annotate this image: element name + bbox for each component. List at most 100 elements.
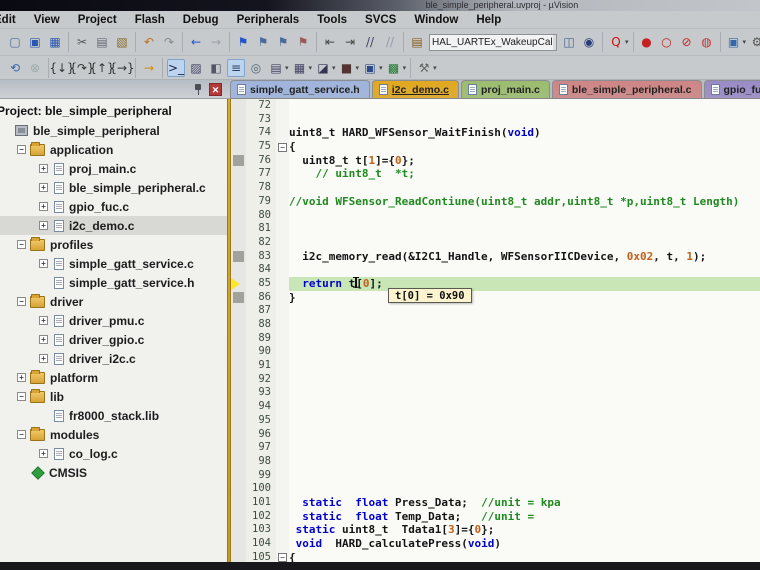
tree-item-driver-i2c-c[interactable]: +driver_i2c.c bbox=[0, 349, 227, 368]
breakpoint-margin[interactable] bbox=[231, 181, 246, 195]
menu-edit[interactable]: Edit bbox=[0, 13, 25, 27]
menu-project[interactable]: Project bbox=[69, 13, 126, 27]
code-line-98[interactable]: 98 bbox=[231, 455, 760, 469]
expander-plus-icon[interactable]: + bbox=[39, 259, 48, 268]
code-line-85[interactable]: 85 return t[0]; bbox=[231, 277, 760, 291]
symbols-window-icon[interactable]: ◧ bbox=[207, 59, 225, 77]
breakpoint-margin[interactable] bbox=[231, 277, 246, 291]
breakpoint-margin[interactable] bbox=[231, 345, 246, 359]
code-line-103[interactable]: 103 static uint8_t Tdata1[3]={0}; bbox=[231, 523, 760, 537]
tree-item-ble-simple-peripheral-c[interactable]: +ble_simple_peripheral.c bbox=[0, 178, 227, 197]
chevron-down-icon[interactable]: ▾ bbox=[379, 64, 383, 72]
expander-plus-icon[interactable]: + bbox=[39, 316, 48, 325]
comment-icon[interactable]: // bbox=[361, 33, 379, 51]
tree-item-driver-pmu-c[interactable]: +driver_pmu.c bbox=[0, 311, 227, 330]
code-line-79[interactable]: 79//void WFSensor_ReadContiune(uint8_t a… bbox=[231, 195, 760, 209]
expander-minus-icon[interactable]: − bbox=[17, 430, 26, 439]
bookmark-icon[interactable]: ⚑ bbox=[234, 33, 252, 51]
pin-icon[interactable] bbox=[193, 83, 203, 95]
code-line-96[interactable]: 96 bbox=[231, 428, 760, 442]
breakpoint-toggle-icon[interactable]: ○ bbox=[658, 33, 676, 51]
code-line-77[interactable]: 77 // uint8_t *t; bbox=[231, 167, 760, 181]
breakpoint-margin[interactable] bbox=[231, 250, 246, 264]
save-icon[interactable]: ▣ bbox=[26, 33, 44, 51]
breakpoint-margin[interactable] bbox=[231, 510, 246, 524]
step-out-icon[interactable]: {↑} bbox=[93, 59, 111, 77]
breakpoint-margin[interactable] bbox=[231, 496, 246, 510]
code-line-100[interactable]: 100 bbox=[231, 482, 760, 496]
close-icon[interactable]: ✕ bbox=[209, 83, 222, 96]
breakpoint-margin[interactable] bbox=[231, 304, 246, 318]
menu-help[interactable]: Help bbox=[467, 13, 510, 27]
menu-flash[interactable]: Flash bbox=[126, 13, 174, 27]
breakpoint-margin[interactable] bbox=[231, 236, 246, 250]
tree-item-proj-main-c[interactable]: +proj_main.c bbox=[0, 159, 227, 178]
tree-item-co-log-c[interactable]: +co_log.c bbox=[0, 444, 227, 463]
code-line-93[interactable]: 93 bbox=[231, 386, 760, 400]
breakpoint-margin[interactable] bbox=[231, 441, 246, 455]
breakpoint-margin[interactable] bbox=[231, 537, 246, 551]
search-files-icon[interactable]: ◫ bbox=[560, 33, 578, 51]
breakpoint-margin[interactable] bbox=[231, 99, 246, 113]
breakpoint-margin[interactable] bbox=[231, 482, 246, 496]
expander-plus-icon[interactable]: + bbox=[39, 183, 48, 192]
tree-item-cmsis[interactable]: CMSIS bbox=[0, 463, 227, 482]
stop-debug-icon[interactable]: ⊗ bbox=[26, 59, 44, 77]
function-list-icon[interactable]: ▤ bbox=[408, 33, 426, 51]
navigate-forward-icon[interactable]: → bbox=[207, 33, 225, 51]
tab-proj_main-c[interactable]: proj_main.c bbox=[461, 80, 550, 98]
unindent-icon[interactable]: ⇤ bbox=[321, 33, 339, 51]
memory-window-icon[interactable]: ▦ bbox=[291, 59, 309, 77]
expander-minus-icon[interactable]: − bbox=[17, 240, 26, 249]
breakpoint-margin[interactable] bbox=[231, 455, 246, 469]
bookmark-prev-icon[interactable]: ⚑ bbox=[254, 33, 272, 51]
code-line-95[interactable]: 95 bbox=[231, 414, 760, 428]
tab-simple_gatt_service-h[interactable]: simple_gatt_service.h bbox=[230, 80, 370, 98]
cut-icon[interactable]: ✂ bbox=[73, 33, 91, 51]
tab-i2c_demo-c[interactable]: i2c_demo.c bbox=[372, 80, 459, 98]
tree-item-driver-gpio-c[interactable]: +driver_gpio.c bbox=[0, 330, 227, 349]
configure-icon[interactable]: ⚙ bbox=[748, 33, 760, 51]
tree-item-application[interactable]: −application bbox=[0, 140, 227, 159]
tree-item-modules[interactable]: −modules bbox=[0, 425, 227, 444]
run-to-cursor-icon[interactable]: {→} bbox=[113, 59, 131, 77]
analysis-window-icon[interactable]: ■ bbox=[338, 59, 356, 77]
tree-item-simple-gatt-service-h[interactable]: simple_gatt_service.h bbox=[0, 273, 227, 292]
copy-icon[interactable]: ▤ bbox=[93, 33, 111, 51]
find-icon[interactable]: Q bbox=[607, 33, 625, 51]
breakpoint-margin[interactable] bbox=[231, 318, 246, 332]
expander-minus-icon[interactable]: − bbox=[17, 145, 26, 154]
code-line-83[interactable]: 83 i2c_memory_read(&I2C1_Handle, WFSenso… bbox=[231, 250, 760, 264]
code-line-78[interactable]: 78 bbox=[231, 181, 760, 195]
indent-icon[interactable]: ⇥ bbox=[341, 33, 359, 51]
breakpoint-margin[interactable] bbox=[231, 263, 246, 277]
project-root-node[interactable]: Project: ble_simple_peripheral bbox=[0, 102, 227, 121]
chevron-down-icon[interactable]: ▾ bbox=[332, 64, 336, 72]
fold-collapse-icon[interactable]: − bbox=[278, 143, 287, 152]
bookmark-clear-icon[interactable]: ⚑ bbox=[294, 33, 312, 51]
undo-icon[interactable]: ↶ bbox=[140, 33, 158, 51]
symbol-combo[interactable]: HAL_UARTEx_WakeupCal▼ bbox=[429, 34, 557, 51]
tree-item-gpio-fuc-c[interactable]: +gpio_fuc.c bbox=[0, 197, 227, 216]
code-line-101[interactable]: 101 static float Press_Data; //unit = kp… bbox=[231, 496, 760, 510]
code-line-91[interactable]: 91 bbox=[231, 359, 760, 373]
breakpoint-margin[interactable] bbox=[231, 332, 246, 346]
breakpoint-margin[interactable] bbox=[231, 113, 246, 127]
tree-item-profiles[interactable]: −profiles bbox=[0, 235, 227, 254]
bookmark-next-icon[interactable]: ⚑ bbox=[274, 33, 292, 51]
code-line-75[interactable]: 75−{ bbox=[231, 140, 760, 154]
code-editor[interactable]: 727374uint8_t HARD_WFSensor_WaitFinish(v… bbox=[231, 99, 760, 562]
code-line-99[interactable]: 99 bbox=[231, 469, 760, 483]
tree-item-platform[interactable]: +platform bbox=[0, 368, 227, 387]
redo-icon[interactable]: ↷ bbox=[160, 33, 178, 51]
menu-window[interactable]: Window bbox=[405, 13, 467, 27]
breakpoint-margin[interactable] bbox=[231, 291, 246, 305]
breakpoint-margin[interactable] bbox=[231, 386, 246, 400]
breakpoint-margin[interactable] bbox=[231, 209, 246, 223]
chevron-down-icon[interactable]: ▾ bbox=[625, 38, 629, 46]
tree-item-lib[interactable]: −lib bbox=[0, 387, 227, 406]
tree-item-ble-simple-peripheral[interactable]: ble_simple_peripheral bbox=[0, 121, 227, 140]
menu-debug[interactable]: Debug bbox=[174, 13, 228, 27]
window-layout-icon[interactable]: ▣ bbox=[725, 33, 743, 51]
fold-collapse-icon[interactable]: − bbox=[278, 553, 287, 562]
